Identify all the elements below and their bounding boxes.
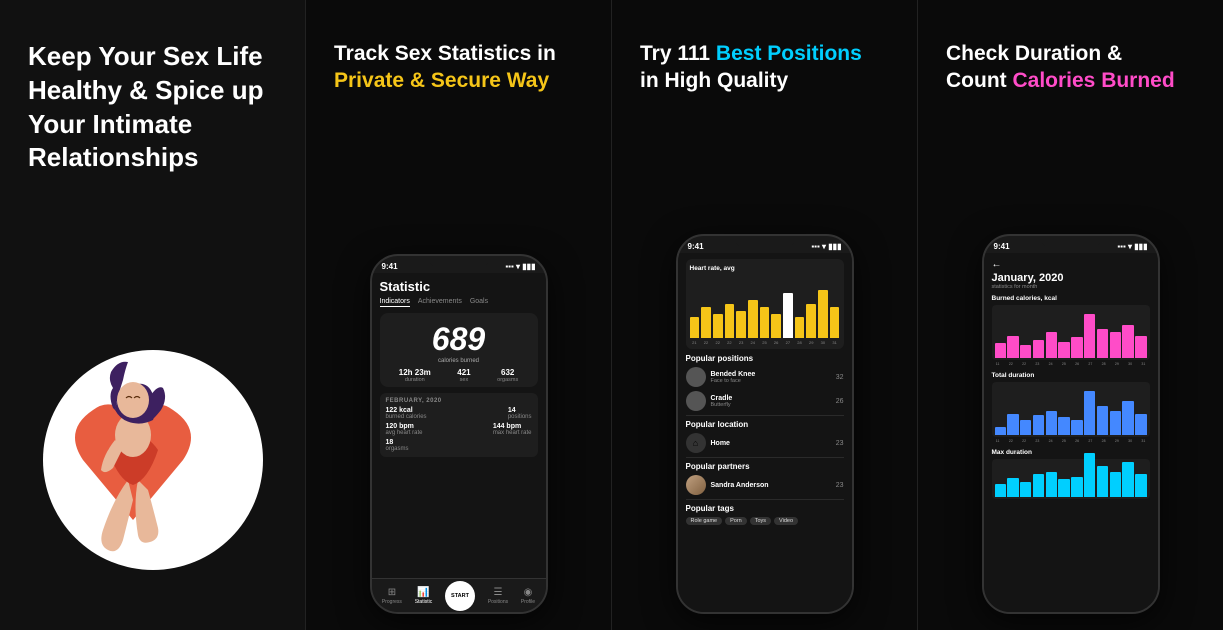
phone-screen-4: ← January, 2020 statistics for month Bur… [984,253,1158,612]
month-subtitle: statistics for month [992,284,1150,290]
panel-3: Try 111 Best Positions in High Quality 9… [611,0,917,630]
illustration-area [0,250,305,630]
tag-2: Porn [725,517,747,525]
phone-screen-2: Statistic Indicators Achievements Goals … [372,273,546,578]
pos-avatar-2 [686,391,706,411]
max-duration-bars [992,459,1150,499]
panel2-heading: Track Sex Statistics in Private & Secure… [334,40,556,101]
panel3-heading-normal2: in High Quality [640,67,862,94]
panel-2: Track Sex Statistics in Private & Secure… [305,0,611,630]
stat-big-number: 689 calories burned 12h 23mduration 421s… [380,313,538,387]
partner-item: Sandra Anderson 23 [686,475,844,495]
pos-avatar-1 [686,367,706,387]
panel1-heading: Keep Your Sex Life Healthy & Spice up Yo… [28,40,264,181]
calories-bars [992,305,1150,360]
position-item-1: Bended Knee Face to face 32 [686,367,844,387]
divider-3 [686,499,844,500]
pos-screen: Heart rate, avg 212222222324252627282930… [678,253,852,612]
back-icon[interactable]: ← [992,259,1150,270]
stat-tabs: Indicators Achievements Goals [380,298,538,307]
stat-summary-row: 12h 23mduration 421sex 632orgasms [386,368,532,383]
stat-screen: Statistic Indicators Achievements Goals … [372,273,546,578]
panel1-line1: Keep Your Sex Life [28,40,264,74]
duration-chart-section: Total duration 112222232425262728293031 [992,372,1150,443]
panel3-heading: Try 111 Best Positions in High Quality [640,40,862,101]
location-icon: ⌂ [686,433,706,453]
panel4-heading: Check Duration & Count Calories Burned [946,40,1175,101]
panel2-heading-normal: Track Sex Statistics in [334,40,556,67]
panel-4: Check Duration & Count Calories Burned 9… [917,0,1223,630]
panel3-heading-normal: Try 111 Best Positions [640,40,862,67]
chart-bars [690,274,840,338]
stat-section-monthly: FEBRUARY, 2020 122 kcalburned calories 1… [380,393,538,457]
panel-1: Keep Your Sex Life Healthy & Spice up Yo… [0,0,305,630]
max-duration-chart-section: Max duration [992,449,1150,499]
panel2-heading-highlight: Private & Secure Way [334,67,556,94]
divider-2 [686,457,844,458]
dur-dates-2: 112222232425262728293031 [992,439,1150,443]
panel4-heading-line2: Count Calories Burned [946,67,1175,94]
duration-bars [992,382,1150,437]
phone-mockup-2: 9:41 ▪▪▪ ▾ ▮▮▮ Statistic Indicators Achi… [370,254,548,614]
dur-screen: ← January, 2020 statistics for month Bur… [984,253,1158,612]
positions-title: Popular positions [686,354,844,363]
heart-rate-chart: Heart rate, avg 212222222324252627282930… [686,259,844,349]
date-row-3: 21222222232425262728293031 [690,340,840,345]
phone-screen-3: Heart rate, avg 212222222324252627282930… [678,253,852,612]
panel3-heading-highlight: Best Positions [716,42,862,65]
location-item: ⌂ Home 23 [686,433,844,453]
figure-svg [53,280,253,590]
phone-mockup-3: 9:41 ▪▪▪ ▾ ▮▮▮ Heart rate, avg 212222222… [676,234,854,614]
bottom-nav-2: ⊞Progress 📊Statistic START ☰Positions ◉P… [372,578,546,612]
month-title: January, 2020 [992,272,1150,284]
panel1-line2: Healthy & Spice up [28,74,264,108]
calories-chart-section: Burned calories, kcal 112222232425262728… [992,295,1150,366]
dur-dates-1: 112222232425262728293031 [992,362,1150,366]
partner-avatar [686,475,706,495]
panel1-line4: Relationships [28,141,264,175]
phone-mockup-4: 9:41 ▪▪▪ ▾ ▮▮▮ ← January, 2020 statistic… [982,234,1160,614]
tag-1: Role game [686,517,723,525]
tags-row: Role game Porn Toys Video [686,517,844,525]
tag-4: Video [774,517,798,525]
divider-1 [686,415,844,416]
position-item-2: Cradle Butterfly 26 [686,391,844,411]
stat-title: Statistic [380,279,538,294]
tags-title: Popular tags [686,504,844,513]
partners-title: Popular partners [686,462,844,471]
panel1-line3: Your Intimate [28,108,264,142]
phone-notch-4 [1041,236,1101,248]
phone-notch-3 [735,236,795,248]
phone-notch-2 [429,256,489,268]
location-title: Popular location [686,420,844,429]
panel4-heading-line1: Check Duration & [946,40,1175,67]
tag-3: Toys [750,517,771,525]
